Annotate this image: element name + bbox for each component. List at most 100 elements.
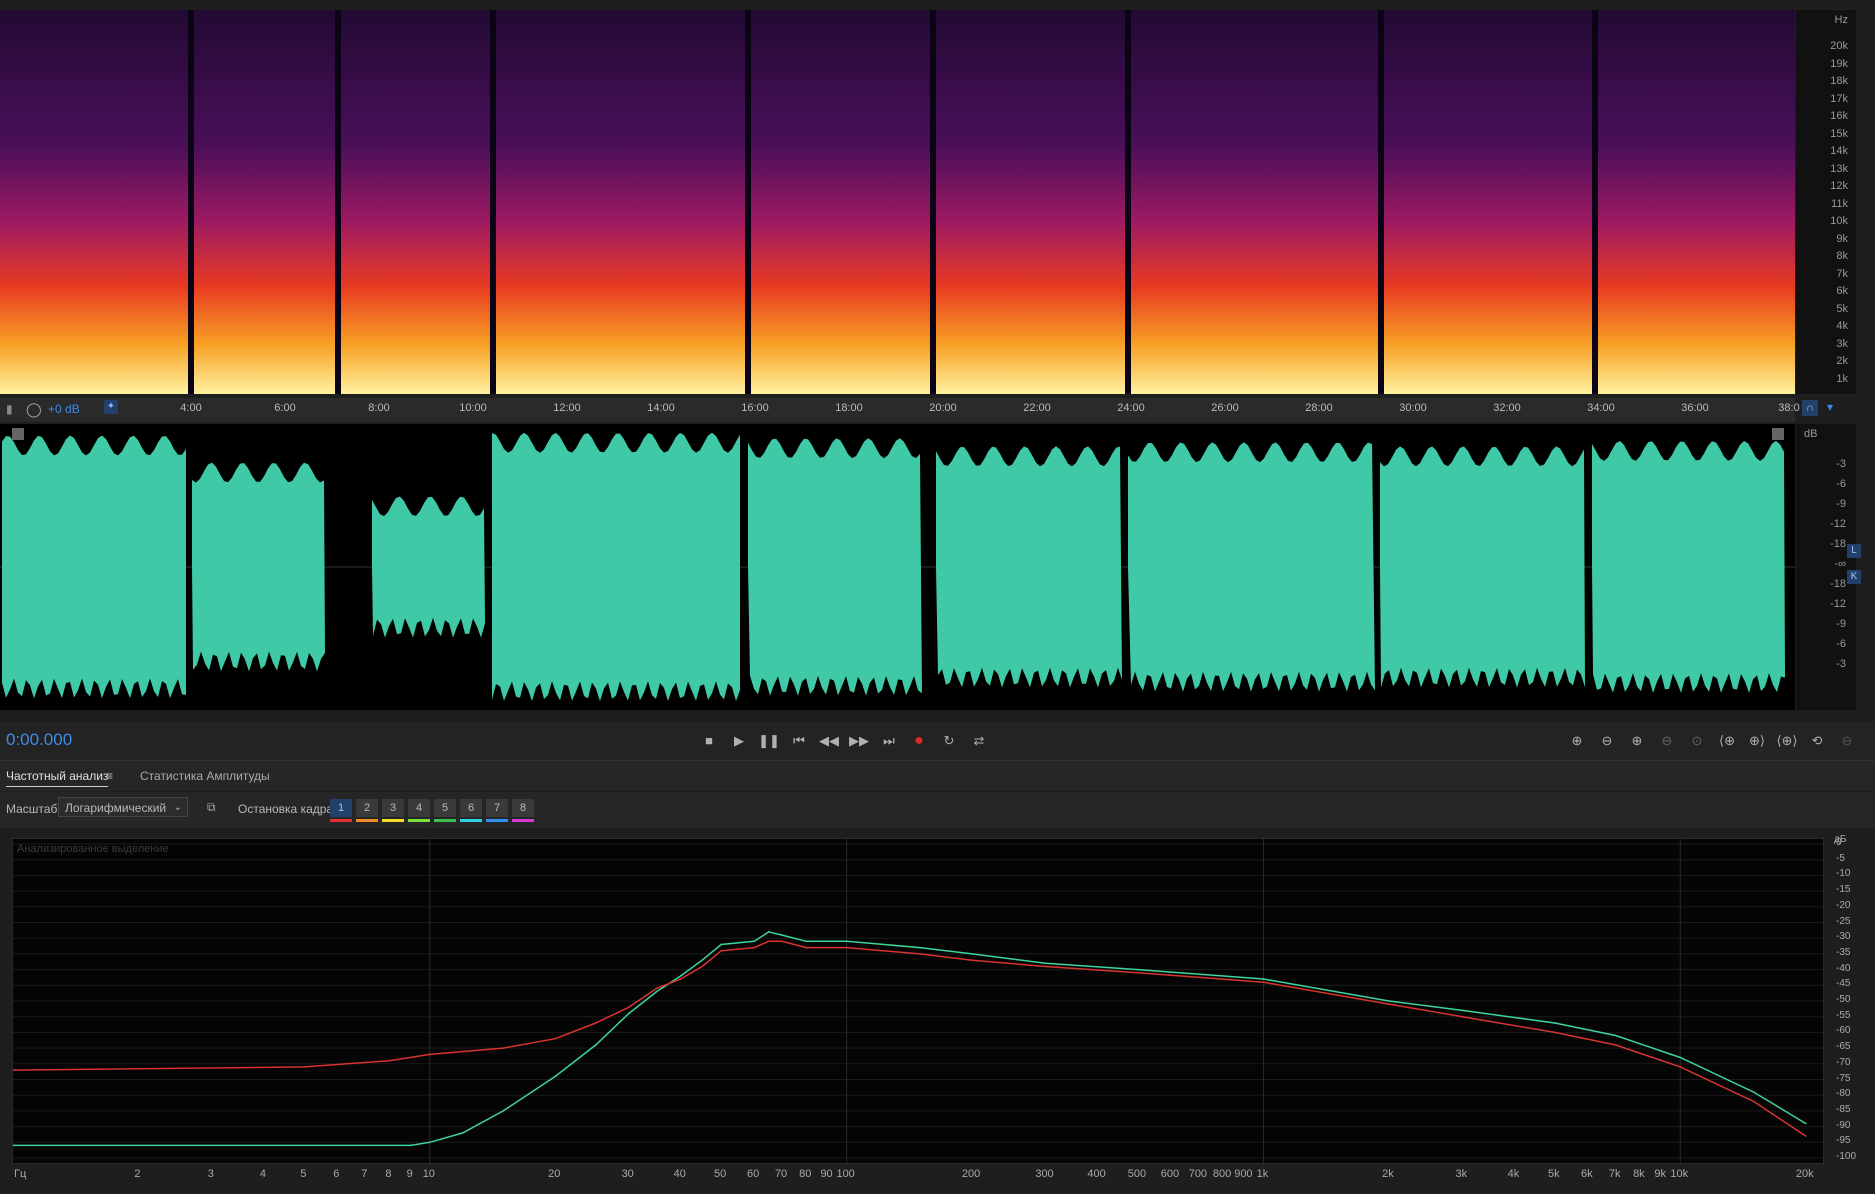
plot-x-tick-label: 40 [673, 1168, 686, 1180]
plot-x-tick-label: 80 [799, 1168, 812, 1180]
db-tick-label: -12 [1830, 598, 1846, 610]
rewind-icon[interactable]: ◀◀ [818, 730, 840, 752]
go-to-start-icon[interactable]: ⏮ [788, 730, 810, 752]
freeze-frame-4-button[interactable]: 4 [408, 799, 430, 817]
fast-forward-icon[interactable]: ▶▶ [848, 730, 870, 752]
panel-menu-icon[interactable]: ≡ [106, 769, 113, 783]
freeze-frame-8-button[interactable]: 8 [512, 799, 534, 817]
stop-icon[interactable]: ■ [698, 730, 720, 752]
db-tick-label: -9 [1836, 618, 1846, 630]
tab-frequency-analysis[interactable]: Частотный анализ [6, 769, 109, 787]
zoom-out-amplitude-icon[interactable]: ⊖ [1596, 730, 1618, 752]
freq-tick-label: 3k [1836, 337, 1848, 350]
spectrum-point [1262, 978, 1265, 980]
plot-x-tick-label: 600 [1160, 1168, 1180, 1180]
go-to-end-icon[interactable]: ⏭ [878, 730, 900, 752]
spectrum-point [1752, 1100, 1755, 1103]
plot-y-tick-label: -60 [1836, 1025, 1851, 1037]
zoom-full-icon[interactable]: ⊙ [1686, 730, 1708, 752]
spectrum-point [1461, 1009, 1464, 1012]
plot-y-tick-label: -85 [1836, 1103, 1851, 1115]
db-tick-label: -6 [1836, 638, 1846, 650]
spectrum-point [627, 1006, 630, 1009]
scale-select[interactable]: Логарифмический ⌄ [58, 797, 188, 817]
freq-tick-label: 10k [1830, 215, 1848, 227]
loop-icon[interactable]: ↻ [938, 730, 960, 752]
copy-icon[interactable]: ⧉ [207, 800, 216, 815]
spectral-display[interactable] [0, 10, 1795, 394]
volume-readout[interactable]: +0 dB [48, 402, 80, 416]
plot-y-tick-label: -80 [1836, 1088, 1851, 1100]
spectrum-point [388, 1059, 391, 1062]
spectrum-point [1679, 1056, 1682, 1059]
spectrum-point [1804, 1122, 1807, 1125]
freeze-frame-color [460, 819, 482, 822]
collapse-corner-icon[interactable] [12, 428, 24, 440]
zoom-in-time-icon[interactable]: ⊕ [1626, 730, 1648, 752]
waveform-display[interactable] [0, 424, 1795, 710]
channel-right-toggle[interactable]: K [1847, 570, 1861, 584]
volume-knob-icon[interactable]: ◯ [26, 401, 42, 418]
plot-x-tick-label: 4k [1507, 1168, 1520, 1180]
zoom-in-amplitude-icon[interactable]: ⊕ [1566, 730, 1588, 752]
freeze-frame-color [486, 819, 508, 822]
analysis-toolbar: Масштаб: Логарифмический ⌄ ⧉ Остановка к… [0, 792, 1875, 828]
plot-x-tick-label: 6 [333, 1168, 340, 1180]
expand-corner-icon[interactable] [1772, 428, 1784, 440]
waveform-unit: dB [1804, 428, 1818, 440]
plot-x-tick-label: 10k [1670, 1168, 1689, 1180]
plot-x-tick-label: 100 [836, 1168, 855, 1180]
freq-tick-label: 17k [1830, 92, 1848, 105]
zoom-in-left-icon[interactable]: ⟨⊕ [1716, 730, 1738, 752]
freq-tick-label: 8k [1836, 250, 1848, 262]
skip-selection-icon[interactable]: ⇄ [968, 730, 990, 752]
freeze-frame-2-button[interactable]: 2 [356, 799, 378, 817]
waveform-clip [492, 432, 740, 702]
freeze-frame-color [356, 819, 378, 822]
marker-pin-icon[interactable]: ▾ [1824, 400, 1836, 416]
freeze-frame-6-button[interactable]: 6 [460, 799, 482, 817]
spectrum-point [429, 1053, 431, 1056]
tab-amplitude-statistics[interactable]: Статистика Амплитуды [140, 769, 270, 783]
frequency-plot[interactable]: Анализированное выделение [12, 838, 1824, 1164]
spectrum-point [1614, 1034, 1617, 1037]
pin-icon[interactable]: ✦ [104, 400, 118, 414]
record-icon[interactable]: ● [908, 730, 930, 752]
spectrum-point [303, 1144, 306, 1147]
plot-y-tick-label: -100 [1836, 1151, 1857, 1162]
plot-y-tick-label: 0 [1836, 837, 1842, 848]
time-ruler[interactable]: ▮ ◯ +0 dB ✦ 4:00 6:00 8:00 10:00 12:00 14:00 1… [0, 398, 1833, 422]
zoom-reset-icon[interactable]: ⟲ [1806, 730, 1828, 752]
freeze-frame-color [512, 819, 534, 822]
plot-y-tick-label: -20 [1836, 899, 1851, 911]
waveform-clip [1592, 440, 1785, 694]
freeze-frame-3-button[interactable]: 3 [382, 799, 404, 817]
headphones-icon[interactable]: ∩ [1802, 400, 1818, 416]
channel-left-toggle[interactable]: L [1847, 544, 1861, 558]
freeze-frame-color [382, 819, 404, 822]
track-gap [335, 10, 341, 394]
freeze-frame-1-button[interactable]: 1 [330, 799, 352, 817]
zoom-out-full-icon[interactable]: ⊖ [1836, 730, 1858, 752]
spectrum-point [1137, 971, 1139, 974]
track-gap [930, 10, 936, 394]
zoom-out-time-icon[interactable]: ⊖ [1656, 730, 1678, 752]
spectrum-point [554, 1037, 557, 1040]
zoom-in-right-icon[interactable]: ⊕⟩ [1746, 730, 1768, 752]
freeze-frame-7-button[interactable]: 7 [486, 799, 508, 817]
db-tick-label: -3 [1836, 658, 1846, 670]
timecode-display[interactable]: 0:00.000 [6, 730, 72, 750]
spectrum-point [720, 943, 722, 946]
play-icon[interactable]: ▶ [728, 730, 750, 752]
time-tick-label: 38:0 [1778, 402, 1800, 414]
plot-x-tick-label: 6k [1580, 1168, 1593, 1180]
plot-y-tick-label: -50 [1836, 994, 1851, 1005]
freeze-frame-5-button[interactable]: 5 [434, 799, 456, 817]
time-tick-label: 6:00 [274, 402, 296, 414]
waveform-clip [1380, 446, 1585, 688]
level-meter-icon[interactable]: ▮ [6, 402, 13, 416]
plot-x-tick-label: 8 [385, 1168, 392, 1180]
freq-tick-label: 7k [1836, 267, 1848, 280]
zoom-to-selection-icon[interactable]: ⟨⊕⟩ [1776, 730, 1798, 752]
pause-icon[interactable]: ❚❚ [758, 730, 780, 752]
